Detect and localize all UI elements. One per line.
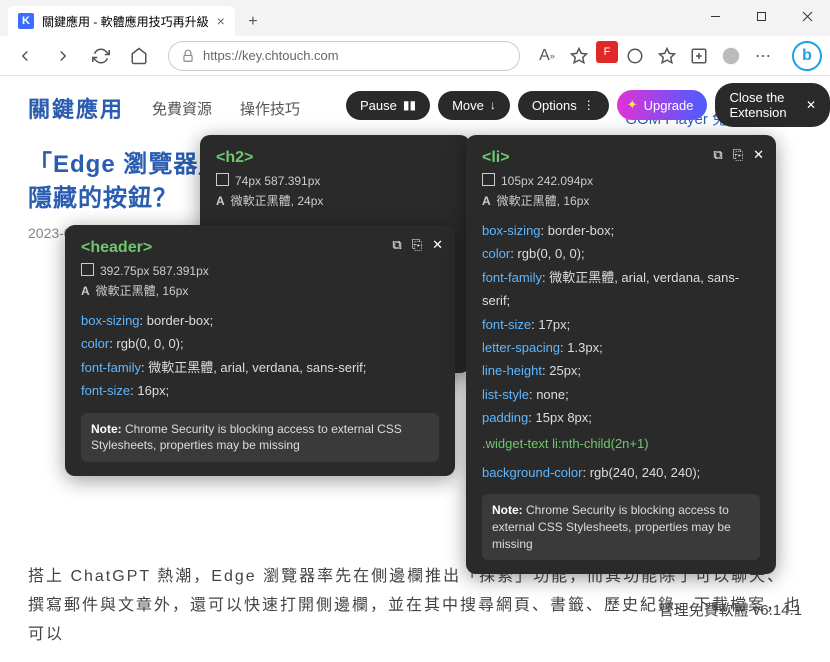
tooltip-note: Note: Chrome Security is blocking access… xyxy=(482,494,760,560)
tab-strip: K 關鍵應用 - 軟體應用技巧再升級 × + xyxy=(0,0,830,36)
extension-icon[interactable] xyxy=(620,41,650,71)
collections-icon[interactable] xyxy=(684,41,714,71)
lightning-icon: ✦ xyxy=(627,97,638,113)
extension-flipboard-icon[interactable]: F xyxy=(596,41,618,63)
tooltip-tag: <header> xyxy=(81,239,439,257)
move-button[interactable]: Move↓ xyxy=(438,91,510,120)
browser-tab[interactable]: K 關鍵應用 - 軟體應用技巧再升級 × xyxy=(8,6,235,36)
close-icon[interactable]: ✕ xyxy=(753,147,764,163)
tooltip-dimensions: 392.75px 587.391px xyxy=(81,263,439,278)
tooltip-dimensions: 105px 242.094px xyxy=(482,173,760,188)
tooltip-selector: .widget-text li:nth-child(2n+1) xyxy=(482,436,760,451)
tooltip-font: 微軟正黑體, 16px xyxy=(482,192,760,209)
extension-action-bar: Pause▮▮ Move↓ Options⋮ ✦Upgrade Close th… xyxy=(346,83,830,127)
pause-button[interactable]: Pause▮▮ xyxy=(346,91,430,120)
tooltip-font: 微軟正黑體, 16px xyxy=(81,282,439,299)
pause-icon: ▮▮ xyxy=(403,98,416,112)
forward-button[interactable] xyxy=(46,39,80,73)
nav-item-tips[interactable]: 操作技巧 xyxy=(240,98,300,119)
tooltip-dimensions: 74px 587.391px xyxy=(216,173,454,188)
favorite-icon[interactable] xyxy=(564,41,594,71)
tab-title: 關鍵應用 - 軟體應用技巧再升級 xyxy=(42,13,209,30)
home-button[interactable] xyxy=(122,39,156,73)
tooltip-props: box-sizing: border-box;color: rgb(0, 0, … xyxy=(482,219,760,430)
back-button[interactable] xyxy=(8,39,42,73)
lock-icon xyxy=(181,49,195,63)
options-button[interactable]: Options⋮ xyxy=(518,91,609,120)
refresh-button[interactable] xyxy=(84,39,118,73)
sidebar-text-manage: 管理免費軟體 v6.14.1 xyxy=(659,599,802,620)
popout-icon[interactable]: ⧉ xyxy=(713,147,722,163)
menu-icon[interactable]: ⋯ xyxy=(748,41,778,71)
tab-favicon: K xyxy=(18,13,34,29)
tooltip-selector-props: background-color: rgb(240, 240, 240); xyxy=(482,461,760,484)
tooltip-props: box-sizing: border-box;color: rgb(0, 0, … xyxy=(81,309,439,403)
close-extension-button[interactable]: Close the Extension✕ xyxy=(715,83,830,127)
window-minimize-button[interactable] xyxy=(692,0,738,32)
upgrade-button[interactable]: ✦Upgrade xyxy=(617,90,708,120)
window-maximize-button[interactable] xyxy=(738,0,784,32)
close-icon: ✕ xyxy=(806,98,816,112)
kebab-icon: ⋮ xyxy=(583,98,595,112)
bing-chat-icon[interactable]: b xyxy=(792,41,822,71)
window-close-button[interactable] xyxy=(784,0,830,32)
favorites-bar-icon[interactable] xyxy=(652,41,682,71)
browser-toolbar: https://key.chtouch.com A» F ⋯ b xyxy=(0,36,830,76)
copy-icon[interactable]: ⎘ xyxy=(733,147,743,163)
copy-icon[interactable]: ⎘ xyxy=(412,237,422,253)
site-title[interactable]: 關鍵應用 xyxy=(28,92,124,124)
tooltip-font: 微軟正黑體, 24px xyxy=(216,192,454,209)
new-tab-button[interactable]: + xyxy=(239,8,267,36)
inspector-tooltip-header: ⧉ ⎘ ✕ <header> 392.75px 587.391px 微軟正黑體,… xyxy=(65,225,455,476)
address-bar[interactable]: https://key.chtouch.com xyxy=(168,41,520,71)
tooltip-tag: <h2> xyxy=(216,149,454,167)
close-icon[interactable]: ✕ xyxy=(432,237,443,253)
nav-item-resources[interactable]: 免費資源 xyxy=(152,98,212,119)
popout-icon[interactable]: ⧉ xyxy=(392,237,401,253)
tab-close-icon[interactable]: × xyxy=(217,13,225,29)
arrow-down-icon: ↓ xyxy=(490,98,496,112)
inspector-tooltip-li: ⧉ ⎘ ✕ <li> 105px 242.094px 微軟正黑體, 16px b… xyxy=(466,135,776,574)
profile-icon[interactable] xyxy=(716,41,746,71)
read-aloud-icon[interactable]: A» xyxy=(532,41,562,71)
tooltip-note: Note: Chrome Security is blocking access… xyxy=(81,413,439,463)
url-text: https://key.chtouch.com xyxy=(203,48,339,63)
